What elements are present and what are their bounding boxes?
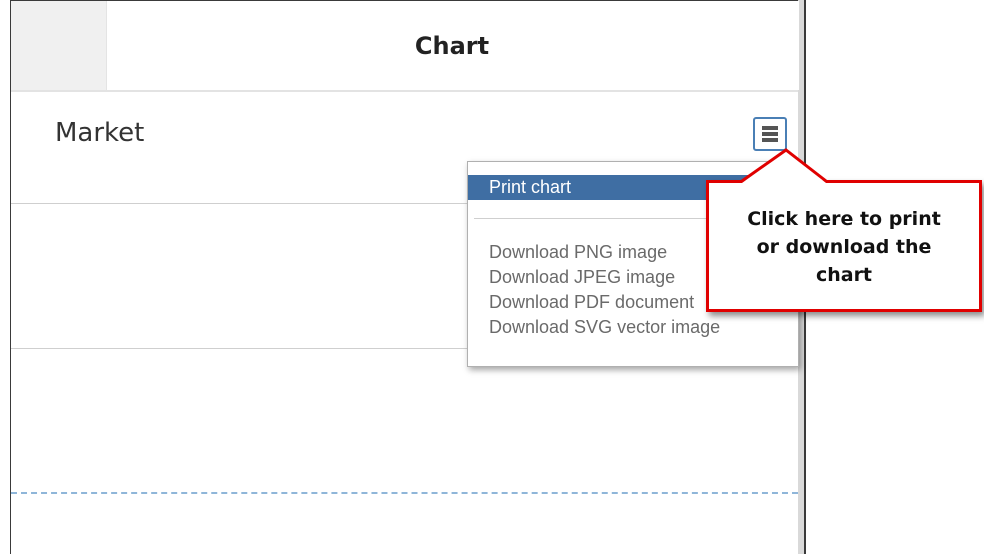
header-divider — [11, 90, 798, 92]
screenshot-stage: Chart Market Print chart Download PNG im… — [0, 0, 984, 554]
chart-title: Market — [55, 118, 145, 148]
frame-left-border — [0, 0, 11, 554]
chart-gridline — [11, 348, 467, 349]
callout-line: or download the — [756, 236, 932, 258]
chart-series-line — [11, 492, 798, 494]
help-callout-text: Click here to print or download the char… — [706, 205, 982, 289]
header-left-cell — [11, 1, 106, 90]
menu-item-download-svg[interactable]: Download SVG vector image — [468, 315, 798, 340]
chart-gridline — [11, 203, 467, 204]
chart-menu-button[interactable] — [753, 117, 787, 151]
callout-line: chart — [815, 264, 873, 286]
callout-line: Click here to print — [747, 208, 941, 230]
page-title: Chart — [414, 32, 490, 60]
